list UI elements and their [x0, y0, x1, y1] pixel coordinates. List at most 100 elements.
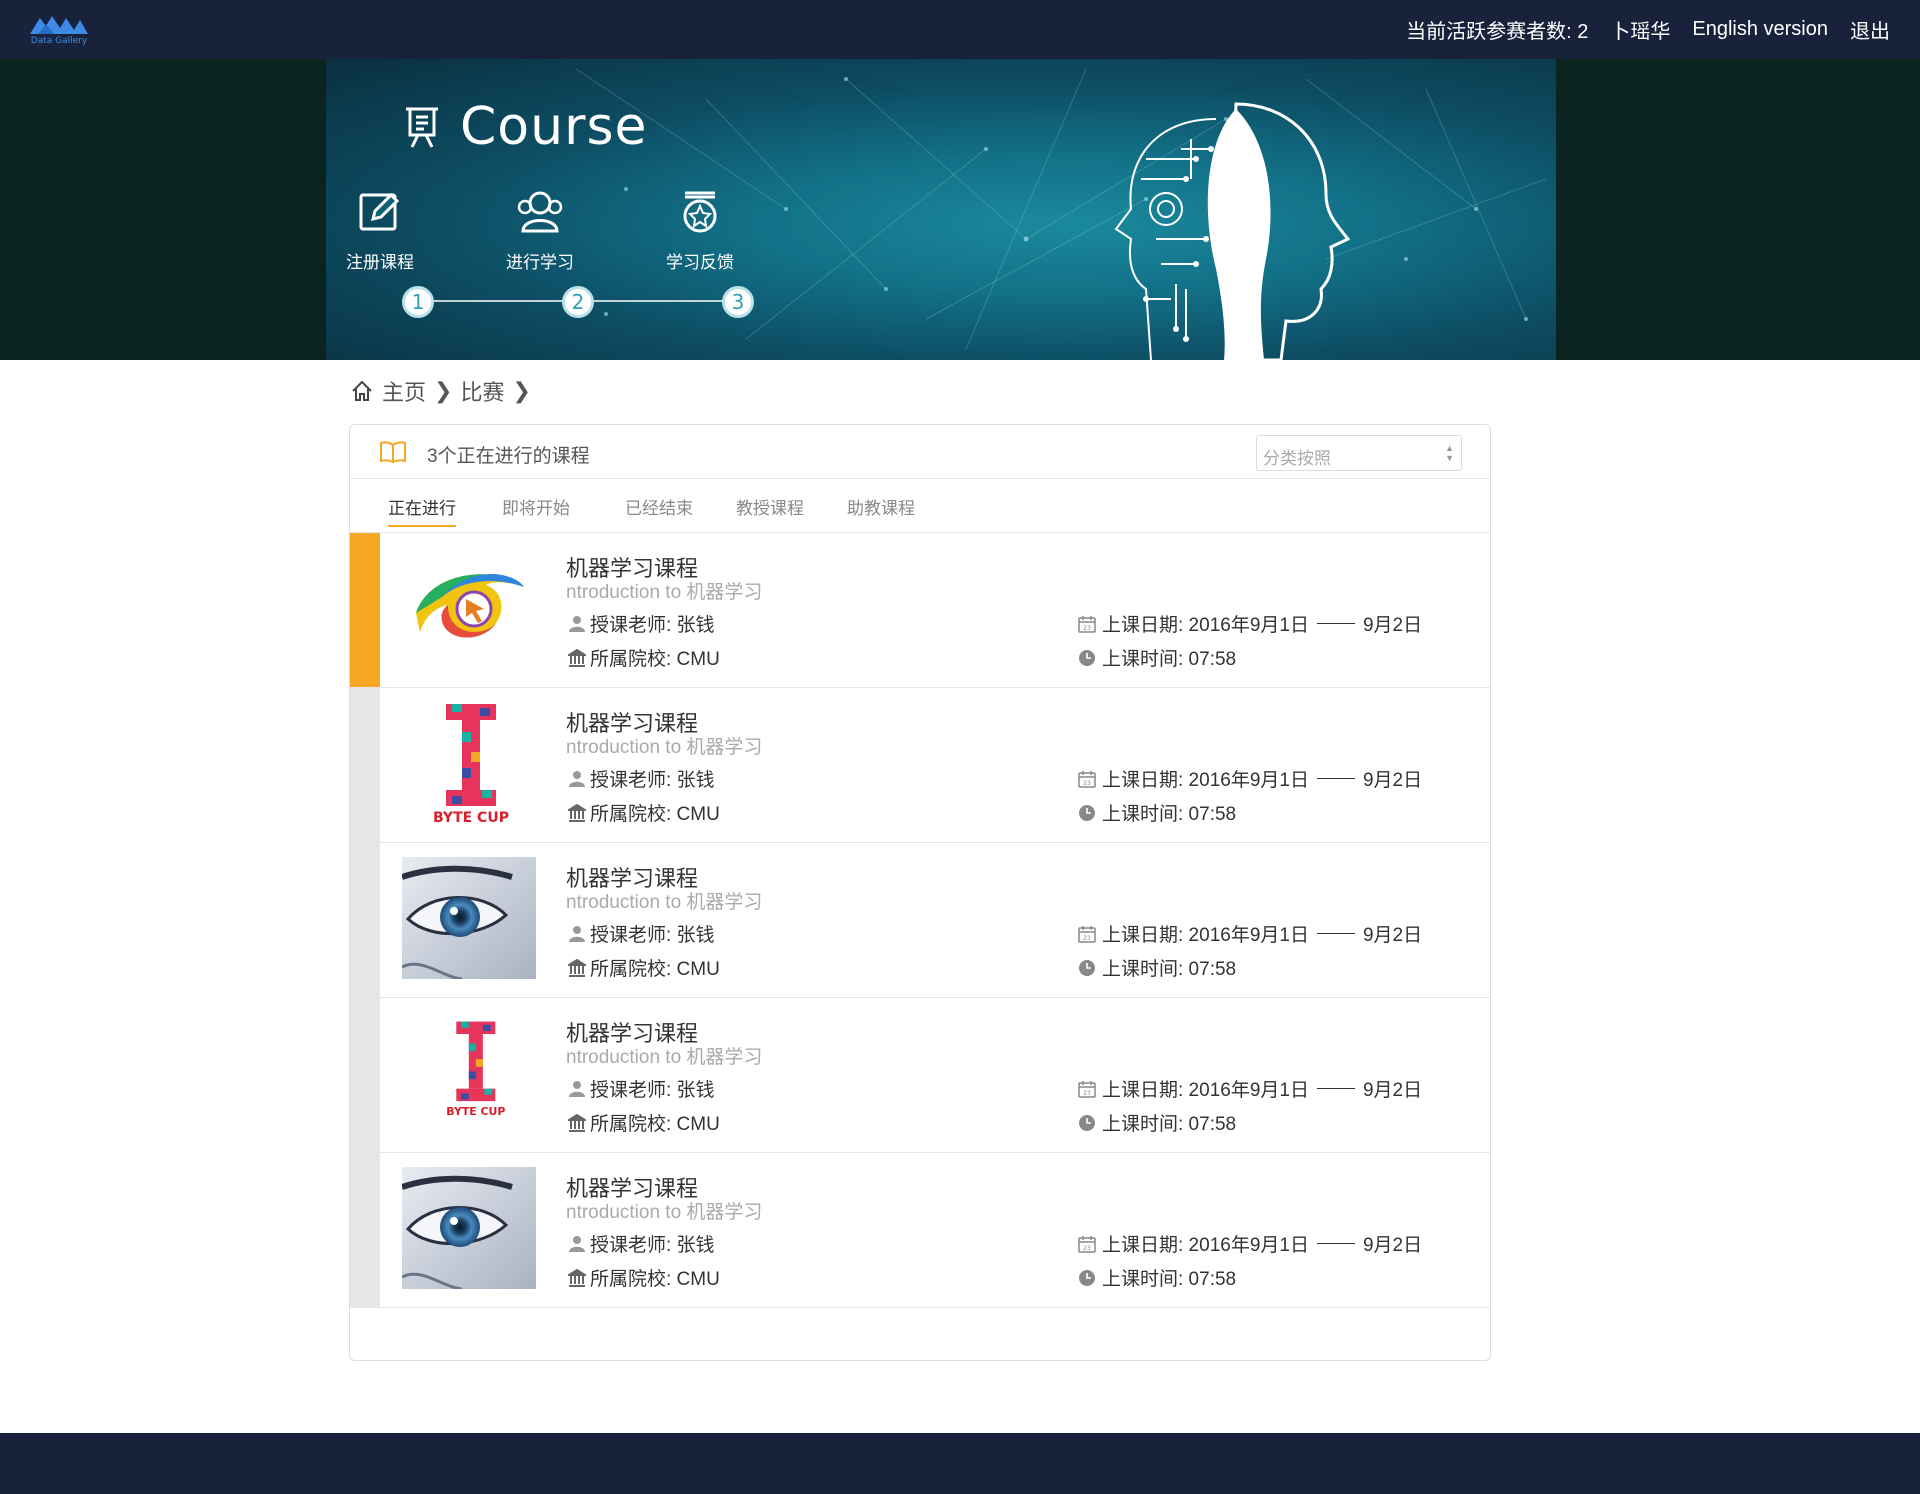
date-start: 上课日期: 2016年9月1日	[1102, 925, 1309, 946]
select-arrows-icon: ▲ ▼	[1445, 443, 1454, 463]
step-number-1: 1	[402, 286, 434, 318]
course-time: 上课时间: 07:58	[1078, 644, 1236, 671]
chevron-right-icon: ❯	[512, 378, 531, 403]
banner-image: Course 注册课程 进行学习 学习反馈 1 2 3	[326, 59, 1556, 360]
course-row[interactable]: 机器学习课程 ntroduction to 机器学习 授课老师: 张钱 所属院校…	[350, 843, 1490, 998]
teacher-text: 授课老师: 张钱	[590, 1235, 715, 1256]
date-end: 9月2日	[1362, 1235, 1423, 1256]
eye-cursor-logo-icon	[416, 573, 524, 638]
english-version-link[interactable]: English version	[1692, 18, 1828, 41]
edit-pencil-icon	[359, 192, 400, 231]
date-start: 上课日期: 2016年9月1日	[1102, 770, 1309, 791]
course-teacher: 授课老师: 张钱	[568, 765, 715, 792]
course-teacher: 授课老师: 张钱	[568, 1075, 715, 1102]
step-label: 学习反馈	[666, 253, 734, 272]
institution-icon	[568, 958, 586, 977]
course-school: 所属院校: CMU	[568, 644, 720, 671]
active-indicator-bar	[350, 533, 380, 687]
course-list-panel: 3个正在进行的课程 分类按照 ▲ ▼ 正在进行 即将开始 已经结束 教授课程 助教…	[349, 424, 1491, 1361]
time-text: 上课时间: 07:58	[1102, 649, 1237, 670]
user-name-link[interactable]: 卜瑶华	[1610, 15, 1670, 44]
tab-teaching[interactable]: 教授课程	[736, 494, 804, 525]
eye-photo-icon	[402, 1167, 536, 1289]
school-text: 所属院校: CMU	[590, 1269, 720, 1290]
course-date: 23 上课日期: 2016年9月1日 9月2日	[1078, 765, 1422, 792]
step-number-2: 2	[562, 286, 594, 318]
date-end: 9月2日	[1362, 615, 1423, 636]
date-start: 上课日期: 2016年9月1日	[1102, 615, 1309, 636]
teacher-text: 授课老师: 张钱	[590, 925, 715, 946]
svg-text:23: 23	[1083, 1090, 1091, 1097]
course-school: 所属院校: CMU	[568, 1109, 720, 1136]
byte-cup-logo-icon: BYTE CUP	[446, 1021, 505, 1118]
time-text: 上课时间: 07:58	[1102, 1269, 1237, 1290]
school-text: 所属院校: CMU	[590, 804, 720, 825]
step-register[interactable]: 注册课程	[326, 189, 440, 273]
tab-ongoing[interactable]: 正在进行	[388, 494, 456, 527]
banner-title-text: Course	[460, 97, 648, 157]
breadcrumb-home[interactable]: 主页	[382, 375, 426, 407]
date-start: 上课日期: 2016年9月1日	[1102, 1080, 1309, 1101]
tab-upcoming[interactable]: 即将开始	[502, 494, 570, 525]
user-icon	[569, 770, 585, 787]
course-time: 上课时间: 07:58	[1078, 1109, 1236, 1136]
tab-finished[interactable]: 已经结束	[625, 494, 693, 525]
course-row[interactable]: BYTE CUP 机器学习课程 ntroduction to 机器学习 授课老师…	[350, 688, 1490, 843]
school-text: 所属院校: CMU	[590, 1114, 720, 1135]
course-thumbnail	[402, 547, 536, 669]
svg-text:23: 23	[1083, 935, 1091, 942]
logout-link[interactable]: 退出	[1850, 15, 1890, 44]
course-school: 所属院校: CMU	[568, 954, 720, 981]
mountain-logo-icon	[30, 16, 88, 34]
tab-assisting[interactable]: 助教课程	[847, 494, 915, 525]
date-range-dash	[1316, 933, 1355, 934]
step-feedback[interactable]: 学习反馈	[640, 189, 760, 273]
date-end: 9月2日	[1362, 925, 1423, 946]
course-row[interactable]: 机器学习课程 ntroduction to 机器学习 授课老师: 张钱 所属院校…	[350, 533, 1490, 688]
calendar-icon: 23	[1078, 1235, 1096, 1253]
course-date: 23 上课日期: 2016年9月1日 9月2日	[1078, 1230, 1422, 1257]
course-thumbnail	[402, 1167, 536, 1289]
clock-icon	[1079, 1269, 1095, 1286]
time-text: 上课时间: 07:58	[1102, 959, 1237, 980]
user-icon	[569, 925, 585, 942]
eye-photo-icon	[402, 857, 536, 979]
row-indicator-bar	[350, 1153, 380, 1307]
sort-by-placeholder: 分类按照	[1263, 449, 1331, 468]
row-indicator-bar	[350, 688, 380, 842]
chevron-right-icon: ❯	[434, 378, 453, 403]
top-right-menu: 当前活跃参赛者数: 2 卜瑶华 English version 退出	[1406, 0, 1890, 59]
institution-icon	[568, 1268, 586, 1287]
course-row[interactable]: 机器学习课程 ntroduction to 机器学习 授课老师: 张钱 所属院校…	[350, 1153, 1490, 1308]
course-time: 上课时间: 07:58	[1078, 1264, 1236, 1291]
course-teacher: 授课老师: 张钱	[568, 920, 715, 947]
sort-by-select[interactable]: 分类按照 ▲ ▼	[1256, 435, 1462, 471]
teacher-text: 授课老师: 张钱	[590, 615, 715, 636]
user-icon	[569, 1080, 585, 1097]
calendar-icon: 23	[1078, 925, 1096, 943]
user-icon	[569, 615, 585, 632]
date-range-dash	[1316, 1243, 1355, 1244]
course-teacher: 授课老师: 张钱	[568, 1230, 715, 1257]
course-subtitle: ntroduction to 机器学习	[566, 582, 763, 603]
course-school: 所属院校: CMU	[568, 1264, 720, 1291]
course-thumbnail: BYTE CUP	[402, 1012, 536, 1134]
row-indicator-bar	[350, 843, 380, 997]
breadcrumb-current[interactable]: 比赛	[460, 375, 504, 407]
course-time: 上课时间: 07:58	[1078, 799, 1236, 826]
home-icon[interactable]	[350, 379, 374, 403]
byte-cup-text: BYTE CUP	[446, 1105, 505, 1118]
course-teacher: 授课老师: 张钱	[568, 610, 715, 637]
step-study[interactable]: 进行学习	[480, 189, 600, 273]
clock-icon	[1079, 649, 1095, 666]
calendar-icon: 23	[1078, 615, 1096, 633]
course-row[interactable]: BYTE CUP 机器学习课程 ntroduction to 机器学习 授课老师…	[350, 998, 1490, 1153]
data-gallery-logo[interactable]: Data Gallery	[30, 12, 88, 48]
course-time: 上课时间: 07:58	[1078, 954, 1236, 981]
step-label: 注册课程	[346, 253, 414, 272]
course-date: 23 上课日期: 2016年9月1日 9月2日	[1078, 610, 1422, 637]
byte-cup-logo-icon: BYTE CUP	[433, 704, 509, 824]
step-number-3: 3	[722, 286, 754, 318]
course-date: 23 上课日期: 2016年9月1日 9月2日	[1078, 1075, 1422, 1102]
clock-icon	[1079, 959, 1095, 976]
